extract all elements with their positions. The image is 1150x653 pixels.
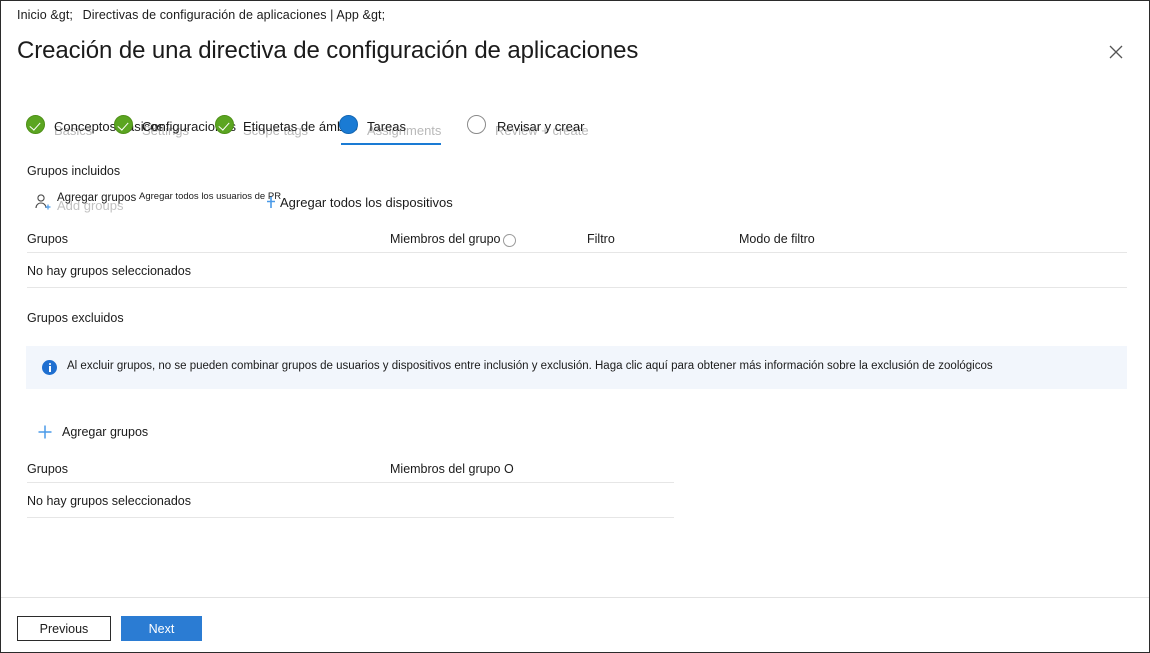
- breadcrumb-home[interactable]: Inicio &gt;: [17, 8, 73, 22]
- exclusion-info-banner-text: Al excluir grupos, no se pueden combinar…: [67, 360, 993, 372]
- table-divider: [27, 287, 1127, 288]
- table-divider: [27, 517, 674, 518]
- column-header-filter-mode: Modo de filtro: [739, 232, 815, 246]
- exclusion-info-banner[interactable]: Al excluir grupos, no se pueden combinar…: [26, 346, 1127, 389]
- add-excluded-groups-label: Agregar grupos: [62, 425, 149, 439]
- app-configuration-policy-wizard: Inicio &gt; Directivas de configuración …: [0, 0, 1150, 653]
- footer-divider: [1, 597, 1149, 598]
- circle-blue-icon: [339, 115, 358, 134]
- column-header-groups: Grupos: [27, 462, 68, 476]
- wizard-step-nav: Basics Conceptos básicos Settings Config…: [1, 109, 1149, 154]
- add-all-devices-label: Agregar todos los dispositivos: [280, 195, 453, 210]
- breadcrumb: Inicio &gt; Directivas de configuración …: [17, 8, 385, 22]
- page-title: Creación de una directiva de configuraci…: [17, 37, 639, 64]
- plus-icon: [38, 425, 52, 439]
- table-divider: [27, 252, 1127, 253]
- add-user-icon: [35, 194, 51, 210]
- included-groups-table: Grupos Miembros del grupo Filtro Modo de…: [27, 229, 1127, 291]
- column-header-group-members: Miembros del grupo: [390, 232, 501, 246]
- circle-outline-icon: [467, 115, 486, 134]
- info-icon: [42, 360, 57, 375]
- empty-state-row: No hay grupos seleccionados: [27, 264, 191, 278]
- excluded-groups-heading: Grupos excluidos: [27, 311, 124, 325]
- wizard-step-review-create-label: Revisar y crear: [497, 119, 585, 134]
- included-groups-heading: Grupos incluidos: [27, 164, 121, 178]
- breadcrumb-current[interactable]: Directivas de configuración de aplicacio…: [83, 8, 386, 22]
- close-icon: [1109, 45, 1123, 59]
- next-button[interactable]: Next: [121, 616, 202, 641]
- included-groups-actions: Add groups Agregar grupos Agregar todos …: [1, 187, 1149, 217]
- check-circle-green-icon: [215, 115, 234, 134]
- close-button[interactable]: [1103, 39, 1129, 65]
- wizard-step-assignments-label: Tareas: [367, 119, 407, 134]
- column-header-group-members: Miembros del grupo O: [390, 462, 514, 476]
- check-circle-green-icon: [114, 115, 133, 134]
- group-members-info-icon[interactable]: [503, 234, 516, 247]
- active-tab-indicator: [341, 142, 441, 145]
- empty-state-row: No hay grupos seleccionados: [27, 494, 191, 508]
- table-divider: [27, 482, 674, 483]
- check-circle-green-icon: [26, 115, 45, 134]
- column-header-groups: Grupos: [27, 232, 68, 246]
- previous-button[interactable]: Previous: [17, 616, 111, 641]
- add-groups-label: Agregar grupos: [57, 192, 137, 204]
- column-header-filter: Filtro: [587, 232, 615, 246]
- add-all-users-label: Agregar todos los usuarios de PR: [139, 191, 282, 202]
- excluded-groups-table: Grupos Miembros del grupo O No hay grupo…: [27, 459, 674, 521]
